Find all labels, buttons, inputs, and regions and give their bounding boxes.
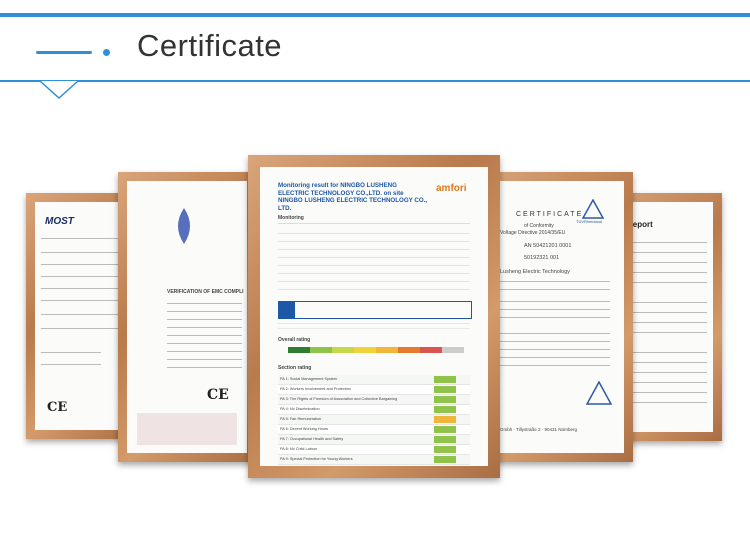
tuv-triangle-icon xyxy=(582,199,604,219)
monitoring-heading: Monitoring result for NINGBO LUSHENG ELE… xyxy=(278,182,428,212)
most-logo: MOST xyxy=(45,216,74,227)
rating-row: PA 9: Special Protection for Young Worke… xyxy=(278,455,470,465)
rating-swatch xyxy=(434,386,456,393)
rating-swatch xyxy=(434,416,456,423)
rating-swatch xyxy=(434,406,456,413)
rating-swatch xyxy=(434,436,456,443)
top-accent-bar xyxy=(0,13,750,17)
rating-row-label: PA 7: Occupational Health and Safety xyxy=(280,437,344,441)
directive-text: Voltage Directive 2014/35/EU xyxy=(500,230,566,236)
rating-row: PA 2: Workers Involvement and Protection xyxy=(278,385,470,395)
ce-mark-icon: CE xyxy=(47,400,68,415)
emc-heading: VERIFICATION OF EMC COMPLI xyxy=(167,289,244,295)
rating-row: PA 1: Social Management System xyxy=(278,375,470,385)
certificate-frame-left[interactable]: VERIFICATION OF EMC COMPLI CE xyxy=(118,172,256,462)
conformity-subheading: of Conformity xyxy=(524,223,554,229)
rating-row-label: PA 3: The Rights of Freedom of Associati… xyxy=(280,397,398,401)
certificate-frame-right[interactable]: CERTIFICATE TÜVRheinland of Conformity V… xyxy=(485,172,633,462)
emblem-icon xyxy=(178,208,190,244)
certificate-number: AN 50421201 0001 xyxy=(524,243,572,249)
company-name: Lusheng Electric Technology xyxy=(500,269,570,275)
rating-row: PA 7: Occupational Health and Safety xyxy=(278,435,470,445)
monitoring-section-title: Monitoring xyxy=(278,215,304,221)
rating-swatch xyxy=(434,376,456,383)
info-box xyxy=(278,301,472,319)
rating-row-label: PA 5: Fair Remuneration xyxy=(280,417,322,421)
rating-row-label: PA 4: No Discrimination xyxy=(280,407,320,411)
rating-row-label: PA 9: Special Protection for Young Worke… xyxy=(280,457,353,461)
certificate-footer: Gmbh · Tillystraße 2 · 90431 Nürnberg xyxy=(500,427,578,432)
rating-swatch xyxy=(434,396,456,403)
tuv-brand: TÜVRheinland xyxy=(576,219,603,224)
title-underline xyxy=(0,80,750,82)
overall-rating-bar xyxy=(288,347,464,353)
rating-row: PA 3: The Rights of Freedom of Associati… xyxy=(278,395,470,405)
page-title: Certificate xyxy=(137,28,283,63)
rating-swatch xyxy=(434,446,456,453)
rating-row: PA 4: No Discrimination xyxy=(278,405,470,415)
tuv-seal-icon xyxy=(586,381,612,405)
title-notch-icon xyxy=(40,80,79,100)
title-dot-decoration xyxy=(103,49,110,56)
rating-row-label: PA 8: No Child Labour xyxy=(280,447,318,451)
rating-swatch xyxy=(434,426,456,433)
title-dash-decoration xyxy=(36,51,92,54)
rating-row-label: PA 2: Workers Involvement and Protection xyxy=(280,387,351,391)
section-rating-list: PA 1: Social Management System PA 2: Work… xyxy=(278,375,470,465)
rating-row-label: PA 1: Social Management System xyxy=(280,377,338,381)
certificate-heading: CERTIFICATE xyxy=(516,211,584,218)
rating-row: PA 5: Fair Remuneration xyxy=(278,415,470,425)
report-number: 50192321 001 xyxy=(524,255,560,261)
certificate-frame-center[interactable]: Monitoring result for NINGBO LUSHENG ELE… xyxy=(248,155,500,478)
section-rating-title: Section rating xyxy=(278,365,312,371)
stamp-area xyxy=(137,413,237,445)
ce-mark-icon: CE xyxy=(207,387,229,403)
rating-row: PA 8: No Child Labour xyxy=(278,445,470,455)
rating-row-label: PA 6: Decent Working Hours xyxy=(280,427,328,431)
amfori-logo: amfori xyxy=(436,183,467,194)
rating-row: PA 6: Decent Working Hours xyxy=(278,425,470,435)
rating-swatch xyxy=(434,456,456,463)
overall-rating-title: Overall rating xyxy=(278,337,311,343)
